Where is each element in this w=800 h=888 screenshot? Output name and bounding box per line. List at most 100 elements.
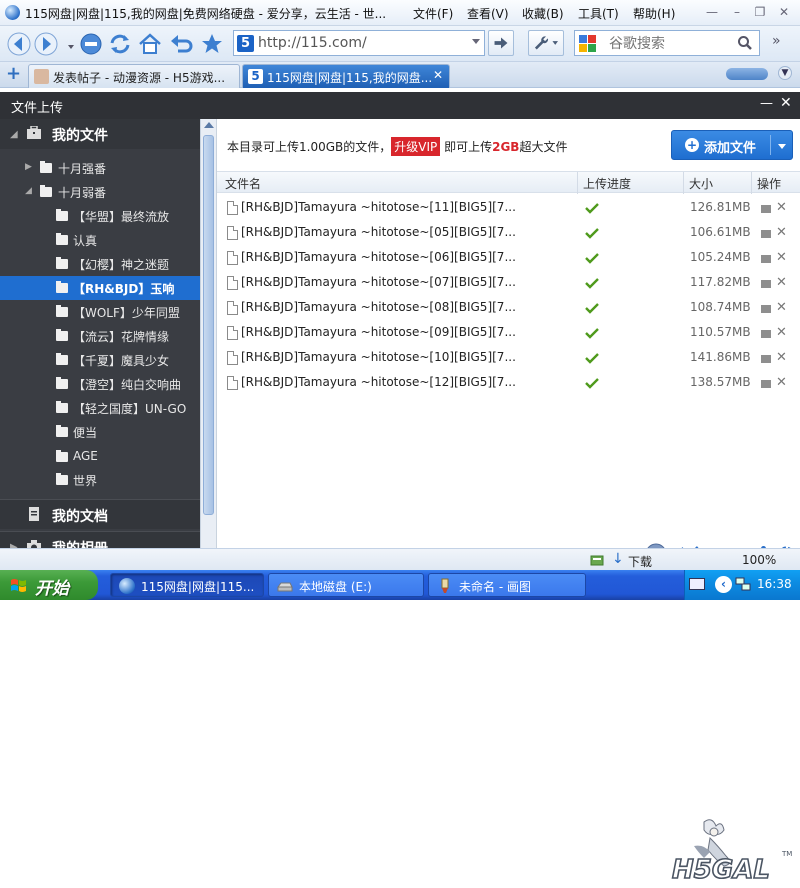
sidebar-scrollbar[interactable] xyxy=(200,119,216,548)
remove-icon[interactable]: ✕ xyxy=(776,300,787,315)
chevron-down-icon[interactable] xyxy=(472,39,480,44)
open-folder-icon[interactable] xyxy=(761,280,771,288)
folder-item-selected[interactable]: 【RH&BJD】玉响 xyxy=(0,276,200,300)
minimize-button[interactable]: — xyxy=(704,5,720,19)
upload-complete-check-icon xyxy=(585,328,599,339)
tools-button[interactable] xyxy=(528,30,564,56)
more-double-chevron-icon[interactable]: » xyxy=(772,33,781,49)
remove-icon[interactable]: ✕ xyxy=(776,250,787,265)
folder-item[interactable]: ▶ 十月强番 xyxy=(0,156,200,180)
back-button[interactable] xyxy=(6,31,32,57)
tab-menu-chevron-icon[interactable]: ▼ xyxy=(778,66,792,80)
search-input[interactable] xyxy=(609,34,729,53)
remove-icon[interactable]: ✕ xyxy=(776,275,787,290)
remove-icon[interactable]: ✕ xyxy=(776,350,787,365)
my-files-header[interactable]: ◢ 我的文件 xyxy=(0,119,200,149)
open-folder-icon[interactable] xyxy=(761,205,771,213)
menu-tools[interactable]: 工具(T) xyxy=(578,5,619,22)
file-row[interactable]: [RH&BJD]Tamayura ~hitotose~[05][BIG5][7.… xyxy=(217,223,800,248)
open-folder-icon[interactable] xyxy=(761,255,771,263)
table-header: 文件名 上传进度 大小 操作 xyxy=(217,171,800,194)
remove-icon[interactable]: ✕ xyxy=(776,325,787,340)
column-header-name[interactable]: 文件名 xyxy=(225,175,261,192)
show-hidden-icons-chevron-icon[interactable]: ‹ xyxy=(715,576,732,593)
file-row[interactable]: [RH&BJD]Tamayura ~hitotose~[07][BIG5][7.… xyxy=(217,273,800,298)
folder-item[interactable]: 【轻之国度】UN-GO xyxy=(0,396,200,420)
folder-item[interactable]: 【澄空】纯白交响曲 xyxy=(0,372,200,396)
folder-item[interactable]: 【幻樱】神之迷题 xyxy=(0,252,200,276)
forward-button[interactable] xyxy=(33,31,59,57)
folder-item[interactable]: 便当 xyxy=(0,420,200,444)
address-bar[interactable]: 5 xyxy=(233,30,485,56)
home-button[interactable] xyxy=(137,31,163,57)
column-header-action[interactable]: 操作 xyxy=(757,175,781,192)
menu-view[interactable]: 查看(V) xyxy=(467,5,509,22)
favorites-button[interactable] xyxy=(199,31,225,57)
file-row[interactable]: [RH&BJD]Tamayura ~hitotose~[09][BIG5][7.… xyxy=(217,323,800,348)
column-header-progress[interactable]: 上传进度 xyxy=(583,175,631,192)
file-row[interactable]: [RH&BJD]Tamayura ~hitotose~[11][BIG5][7.… xyxy=(217,198,800,223)
remove-icon[interactable]: ✕ xyxy=(776,375,787,390)
undo-close-button[interactable] xyxy=(168,31,194,57)
tab-115-disk[interactable]: 5 115网盘|网盘|115,我的网盘... ✕ xyxy=(242,64,450,88)
keyboard-icon[interactable] xyxy=(689,578,705,590)
search-icon[interactable] xyxy=(737,35,753,51)
network-icon[interactable] xyxy=(735,576,751,592)
folder-item[interactable]: AGE xyxy=(0,445,200,469)
open-folder-icon[interactable] xyxy=(761,230,771,238)
menu-file[interactable]: 文件(F) xyxy=(413,5,453,22)
my-album-header[interactable]: ▶ 我的相册 xyxy=(0,531,200,548)
open-folder-icon[interactable] xyxy=(761,355,771,363)
start-button[interactable]: 开始 xyxy=(0,570,98,600)
column-header-size[interactable]: 大小 xyxy=(689,175,713,192)
add-file-button[interactable]: + 添加文件 xyxy=(671,130,793,160)
folder-item[interactable]: 【WOLF】少年同盟 xyxy=(0,300,200,324)
menu-favorites[interactable]: 收藏(B) xyxy=(522,5,564,22)
download-label[interactable]: 下载 xyxy=(628,553,652,570)
panel-minimize-button[interactable]: — xyxy=(760,96,773,111)
my-docs-header[interactable]: 我的文档 xyxy=(0,499,200,529)
download-manager-icon[interactable] xyxy=(590,553,604,567)
panel-close-button[interactable]: ✕ xyxy=(780,95,792,111)
new-tab-button[interactable]: + xyxy=(6,65,21,83)
open-folder-icon[interactable] xyxy=(761,305,771,313)
folder-item[interactable]: 【华盟】最终流放 xyxy=(0,204,200,228)
close-tab-icon[interactable]: ✕ xyxy=(433,68,443,82)
file-name: [RH&BJD]Tamayura ~hitotose~[12][BIG5][7.… xyxy=(241,375,516,389)
folder-item[interactable]: ◢ 十月弱番 xyxy=(0,180,200,204)
stop-button[interactable] xyxy=(78,31,104,57)
search-box[interactable] xyxy=(574,30,760,56)
window-title: 115网盘|网盘|115,我的网盘|免费网络硬盘 - 爱分享，云生活 - 世..… xyxy=(25,7,387,21)
remove-icon[interactable]: ✕ xyxy=(776,200,787,215)
open-folder-icon[interactable] xyxy=(761,330,771,338)
go-button[interactable] xyxy=(488,30,514,56)
file-row[interactable]: [RH&BJD]Tamayura ~hitotose~[12][BIG5][7.… xyxy=(217,373,800,398)
file-row[interactable]: [RH&BJD]Tamayura ~hitotose~[08][BIG5][7.… xyxy=(217,298,800,323)
folder-item[interactable]: 世界 xyxy=(0,468,200,492)
menu-help[interactable]: 帮助(H) xyxy=(633,5,675,22)
open-folder-icon[interactable] xyxy=(761,380,771,388)
close-window-button[interactable]: ✕ xyxy=(776,5,792,19)
scrollbar-thumb[interactable] xyxy=(203,135,214,515)
history-dropdown[interactable] xyxy=(58,31,74,57)
folder-item[interactable]: 【千夏】魔具少女 xyxy=(0,348,200,372)
upgrade-vip-link[interactable]: 升级VIP xyxy=(391,137,441,156)
stop-icon xyxy=(80,33,102,55)
refresh-button[interactable] xyxy=(107,31,133,57)
folder-item[interactable]: 认真 xyxy=(0,228,200,252)
taskbar-item-paint[interactable]: 未命名 - 画图 xyxy=(428,573,586,597)
zoom-level[interactable]: 100% xyxy=(742,553,776,567)
scroll-up-arrow-icon[interactable] xyxy=(204,122,214,128)
minimize-to-tray-button[interactable]: – xyxy=(729,5,745,19)
file-row[interactable]: [RH&BJD]Tamayura ~hitotose~[10][BIG5][7.… xyxy=(217,348,800,373)
file-row[interactable]: [RH&BJD]Tamayura ~hitotose~[06][BIG5][7.… xyxy=(217,248,800,273)
remove-icon[interactable]: ✕ xyxy=(776,225,787,240)
taskbar-item-browser[interactable]: 115网盘|网盘|115... xyxy=(110,573,264,597)
tab-scroll-control[interactable] xyxy=(726,68,768,80)
taskbar-item-explorer[interactable]: 本地磁盘 (E:) xyxy=(268,573,424,597)
tab-forum-post[interactable]: 发表帖子 - 动漫资源 - H5游戏... xyxy=(28,64,240,88)
folder-item[interactable]: 【流云】花牌情缘 xyxy=(0,324,200,348)
chevron-down-icon[interactable] xyxy=(778,144,786,149)
address-input[interactable] xyxy=(258,33,458,53)
maximize-button[interactable]: ❐ xyxy=(752,5,768,19)
